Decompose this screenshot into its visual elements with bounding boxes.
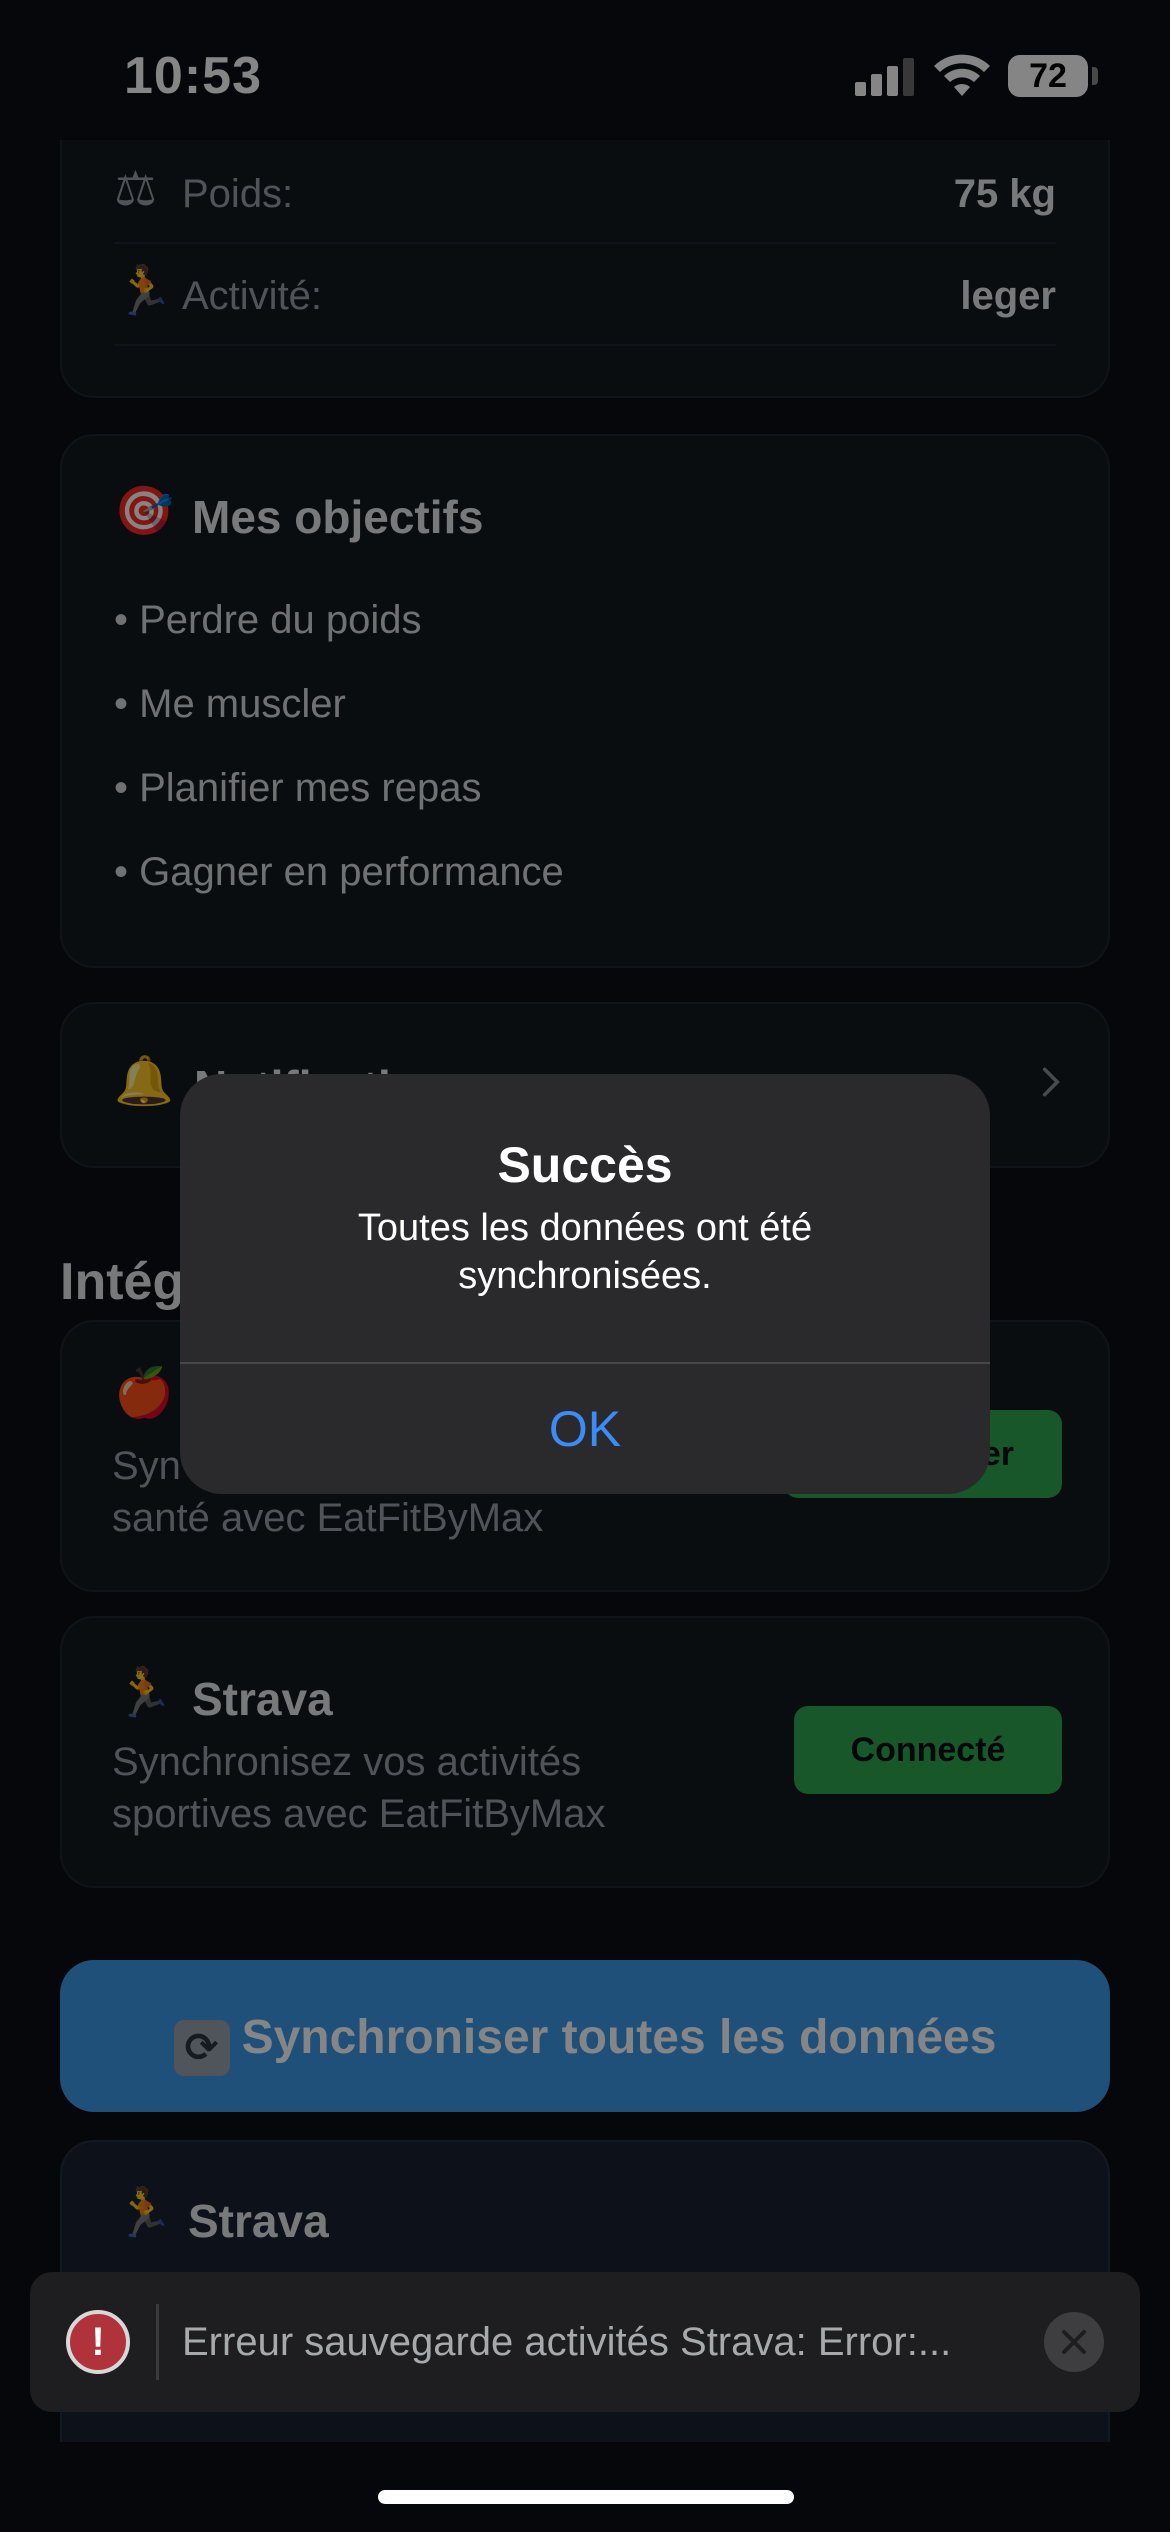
error-icon: ! [66, 2310, 130, 2374]
alert-message: Toutes les données ont été synchronisées… [357, 1207, 813, 1297]
toast-message: Erreur sauvegarde activités Strava: Erro… [182, 2320, 952, 2364]
success-alert: Succès Toutes les données ont été synchr… [180, 1074, 990, 1494]
alert-title: Succès [497, 1137, 673, 1193]
home-indicator[interactable] [378, 2490, 794, 2504]
toast-divider [156, 2304, 159, 2380]
close-icon[interactable] [1044, 2312, 1104, 2372]
alert-ok-button[interactable]: OK [180, 1364, 990, 1494]
error-toast[interactable]: ! Erreur sauvegarde activités Strava: Er… [30, 2272, 1140, 2412]
